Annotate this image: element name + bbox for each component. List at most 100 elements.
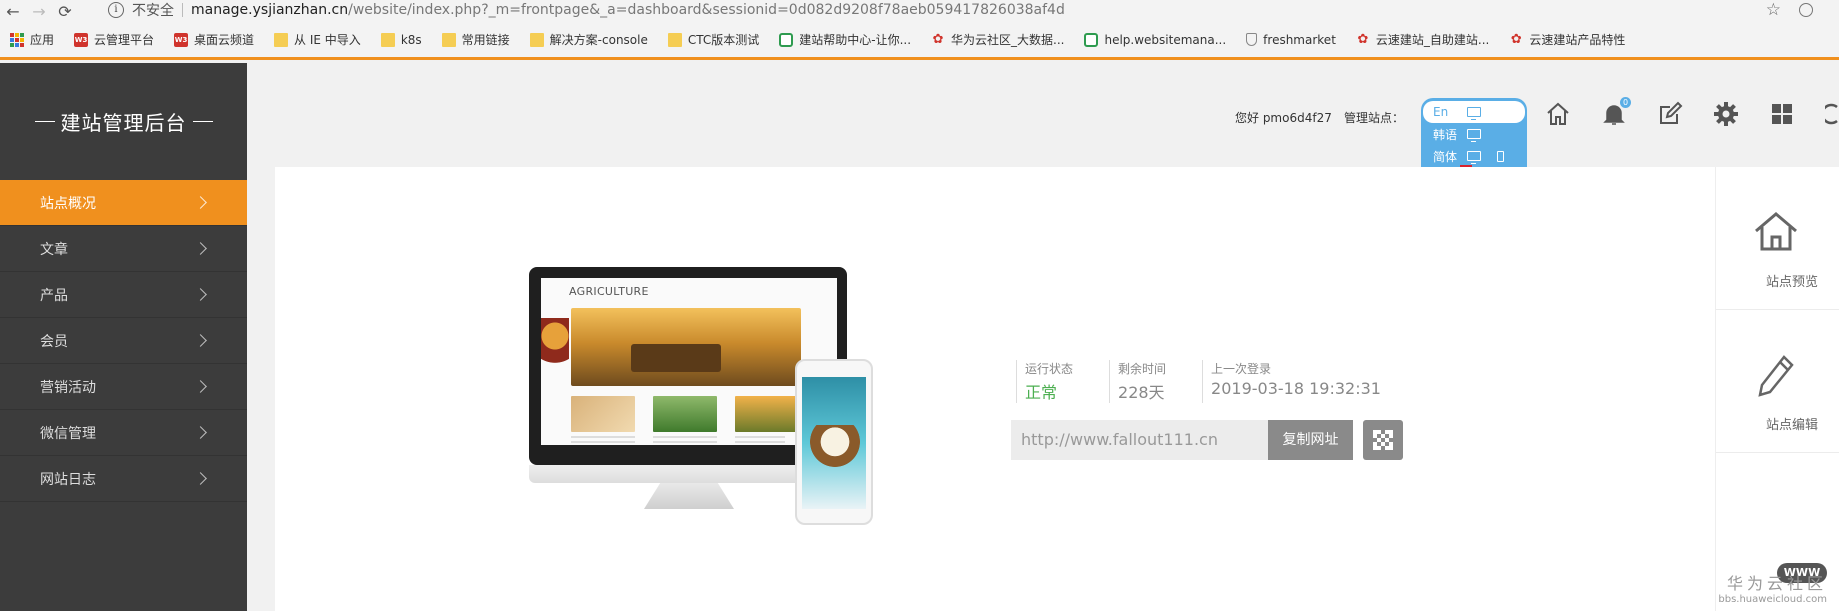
brand-title: 建站管理后台	[0, 63, 247, 180]
run-status: 运行状态 正常	[1016, 360, 1073, 403]
thumbnail-image	[571, 396, 635, 432]
forward-button[interactable]: →	[26, 0, 52, 22]
bookmark-label: 解决方案-console	[549, 33, 648, 47]
sidebar-item-overview[interactable]: 站点概况	[0, 180, 247, 226]
bookmark-star-icon[interactable]: ☆	[1766, 0, 1781, 20]
site-preview-label: 站点预览	[1766, 275, 1819, 290]
sidebar-item-logs[interactable]: 网站日志	[0, 456, 247, 502]
sidebar-item-label: 产品	[40, 287, 68, 304]
w3-icon: W3	[74, 32, 89, 47]
sidebar-item-products[interactable]: 产品	[0, 272, 247, 318]
bookmark-item[interactable]: ✿ 云速建站_自助建站...	[1356, 31, 1489, 48]
run-status-label: 运行状态	[1025, 362, 1074, 376]
chevron-right-icon	[194, 334, 207, 347]
watermark-url: bbs.huaweicloud.com	[1718, 594, 1827, 605]
coconut-image	[810, 425, 860, 467]
bookmark-label: 从 IE 中导入	[294, 33, 361, 47]
top-header: 您好 pmo6d4f27 管理站点： En 韩语 简体 繁體 0	[247, 63, 1839, 198]
grid-icon[interactable]	[1769, 101, 1795, 127]
watermark-title: 华为云社区	[1726, 574, 1827, 593]
info-icon[interactable]: i	[108, 2, 124, 18]
bookmark-item[interactable]: 建站帮助中心-让你...	[779, 31, 911, 48]
remaining-time-label: 剩余时间	[1118, 362, 1167, 376]
back-button[interactable]: ←	[0, 0, 26, 22]
sidebar: 建站管理后台 站点概况 文章 产品 会员 营销活动 微信管理 网站日志	[0, 63, 247, 611]
notification-button[interactable]: 0	[1601, 97, 1631, 127]
insecure-label: 不安全	[132, 3, 174, 19]
sidebar-item-label: 营销活动	[40, 379, 96, 396]
reload-button[interactable]: ⟳	[52, 0, 78, 22]
monitor-screen: AGRICULTURE	[541, 278, 837, 445]
bookmark-apps[interactable]: 应用	[10, 31, 54, 48]
power-icon[interactable]	[1825, 101, 1839, 127]
thumbnail-image	[735, 396, 799, 432]
sidebar-item-wechat[interactable]: 微信管理	[0, 410, 247, 456]
edit-icon[interactable]	[1657, 101, 1683, 127]
chevron-right-icon	[194, 288, 207, 301]
qr-code-button[interactable]	[1363, 420, 1403, 460]
copy-url-button[interactable]: 复制网址	[1268, 420, 1353, 460]
gear-icon[interactable]	[1713, 101, 1739, 127]
bookmark-label: 常用链接	[461, 33, 510, 47]
user-greeting: 您好 pmo6d4f27	[1235, 111, 1332, 125]
bookmark-label: 应用	[30, 33, 55, 47]
site-preview-action[interactable]: 站点预览	[1716, 167, 1839, 310]
quick-actions-panel: 站点预览 站点编辑 WWW 华为云社区 bbs.huaweicloud.com	[1715, 167, 1839, 611]
monitor-stand	[644, 483, 734, 509]
sidebar-item-members[interactable]: 会员	[0, 318, 247, 364]
lang-name: 韩语	[1433, 127, 1458, 142]
qr-code-icon	[1373, 430, 1393, 450]
address-bar[interactable]: i 不安全 manage.ysjianzhan.cn/website/index…	[108, 0, 1758, 20]
huawei-icon: ✿	[932, 32, 944, 47]
shield-icon	[1246, 33, 1258, 46]
sidebar-item-articles[interactable]: 文章	[0, 226, 247, 272]
sidebar-item-label: 文章	[40, 241, 68, 258]
text-placeholder	[735, 436, 785, 445]
sidebar-item-label: 网站日志	[40, 471, 96, 488]
pen-icon	[1758, 355, 1794, 397]
site-overview-card: AGRICULTURE 运行状态 正常 剩余时间 228天 上一次登录 2019…	[275, 167, 1715, 611]
browser-toolbar: ← → ⟳ i 不安全 manage.ysjianzhan.cn/website…	[0, 0, 1839, 22]
bookmark-item[interactable]: help.websitemana...	[1084, 32, 1227, 47]
bookmark-label: help.websitemana...	[1104, 32, 1227, 47]
bookmark-folder[interactable]: 从 IE 中导入	[274, 31, 361, 48]
desktop-icon[interactable]	[1467, 151, 1481, 164]
desktop-icon[interactable]	[1467, 107, 1481, 120]
bookmark-label: freshmarket	[1263, 32, 1336, 47]
bookmark-item[interactable]: ✿ 云速建站产品特性	[1509, 31, 1625, 48]
phone-illustration	[795, 359, 873, 525]
bookmark-folder[interactable]: 解决方案-console	[529, 31, 648, 48]
bookmark-folder[interactable]: 常用链接	[441, 31, 510, 48]
bookmark-folder[interactable]: k8s	[380, 32, 422, 47]
bookmark-folder[interactable]: CTC版本测试	[667, 31, 759, 48]
run-status-value: 正常	[1025, 383, 1058, 402]
brand-label: 建站管理后台	[60, 111, 187, 135]
huawei-icon: ✿	[1357, 32, 1369, 47]
lang-option-en[interactable]: En	[1423, 101, 1525, 123]
site-url-field[interactable]	[1011, 420, 1268, 460]
bookmark-item[interactable]: ✿ 华为云社区_大数据...	[931, 31, 1065, 48]
sidebar-item-label: 微信管理	[40, 425, 96, 442]
remaining-time-value: 228天	[1118, 383, 1165, 402]
bookmark-item[interactable]: W3 云管理平台	[74, 31, 154, 48]
sidebar-item-marketing[interactable]: 营销活动	[0, 364, 247, 410]
house-icon	[1755, 212, 1797, 251]
lang-option-zh-cn[interactable]: 简体	[1421, 145, 1527, 167]
bookmark-item[interactable]: freshmarket	[1246, 33, 1336, 47]
desktop-icon[interactable]	[1467, 129, 1481, 142]
chevron-right-icon	[194, 196, 207, 209]
bookmark-label: 云速建站_自助建站...	[1375, 33, 1490, 47]
home-icon[interactable]	[1545, 101, 1571, 127]
huawei-icon: ✿	[1510, 32, 1522, 47]
lang-option-ko[interactable]: 韩语	[1421, 123, 1527, 145]
w3-icon: W3	[174, 32, 189, 47]
farm-banner-image	[571, 308, 801, 386]
folder-icon	[380, 32, 395, 47]
bookmarks-bar: 应用 W3 云管理平台 W3 桌面云频道 从 IE 中导入 k8s 常用链接 解决方…	[0, 22, 1839, 60]
bookmark-item[interactable]: W3 桌面云频道	[174, 31, 254, 48]
profile-icon[interactable]	[1799, 3, 1813, 17]
search-icon	[779, 32, 794, 47]
chevron-right-icon	[194, 380, 207, 393]
mobile-icon[interactable]	[1497, 150, 1504, 162]
site-edit-action[interactable]: 站点编辑	[1716, 310, 1839, 453]
